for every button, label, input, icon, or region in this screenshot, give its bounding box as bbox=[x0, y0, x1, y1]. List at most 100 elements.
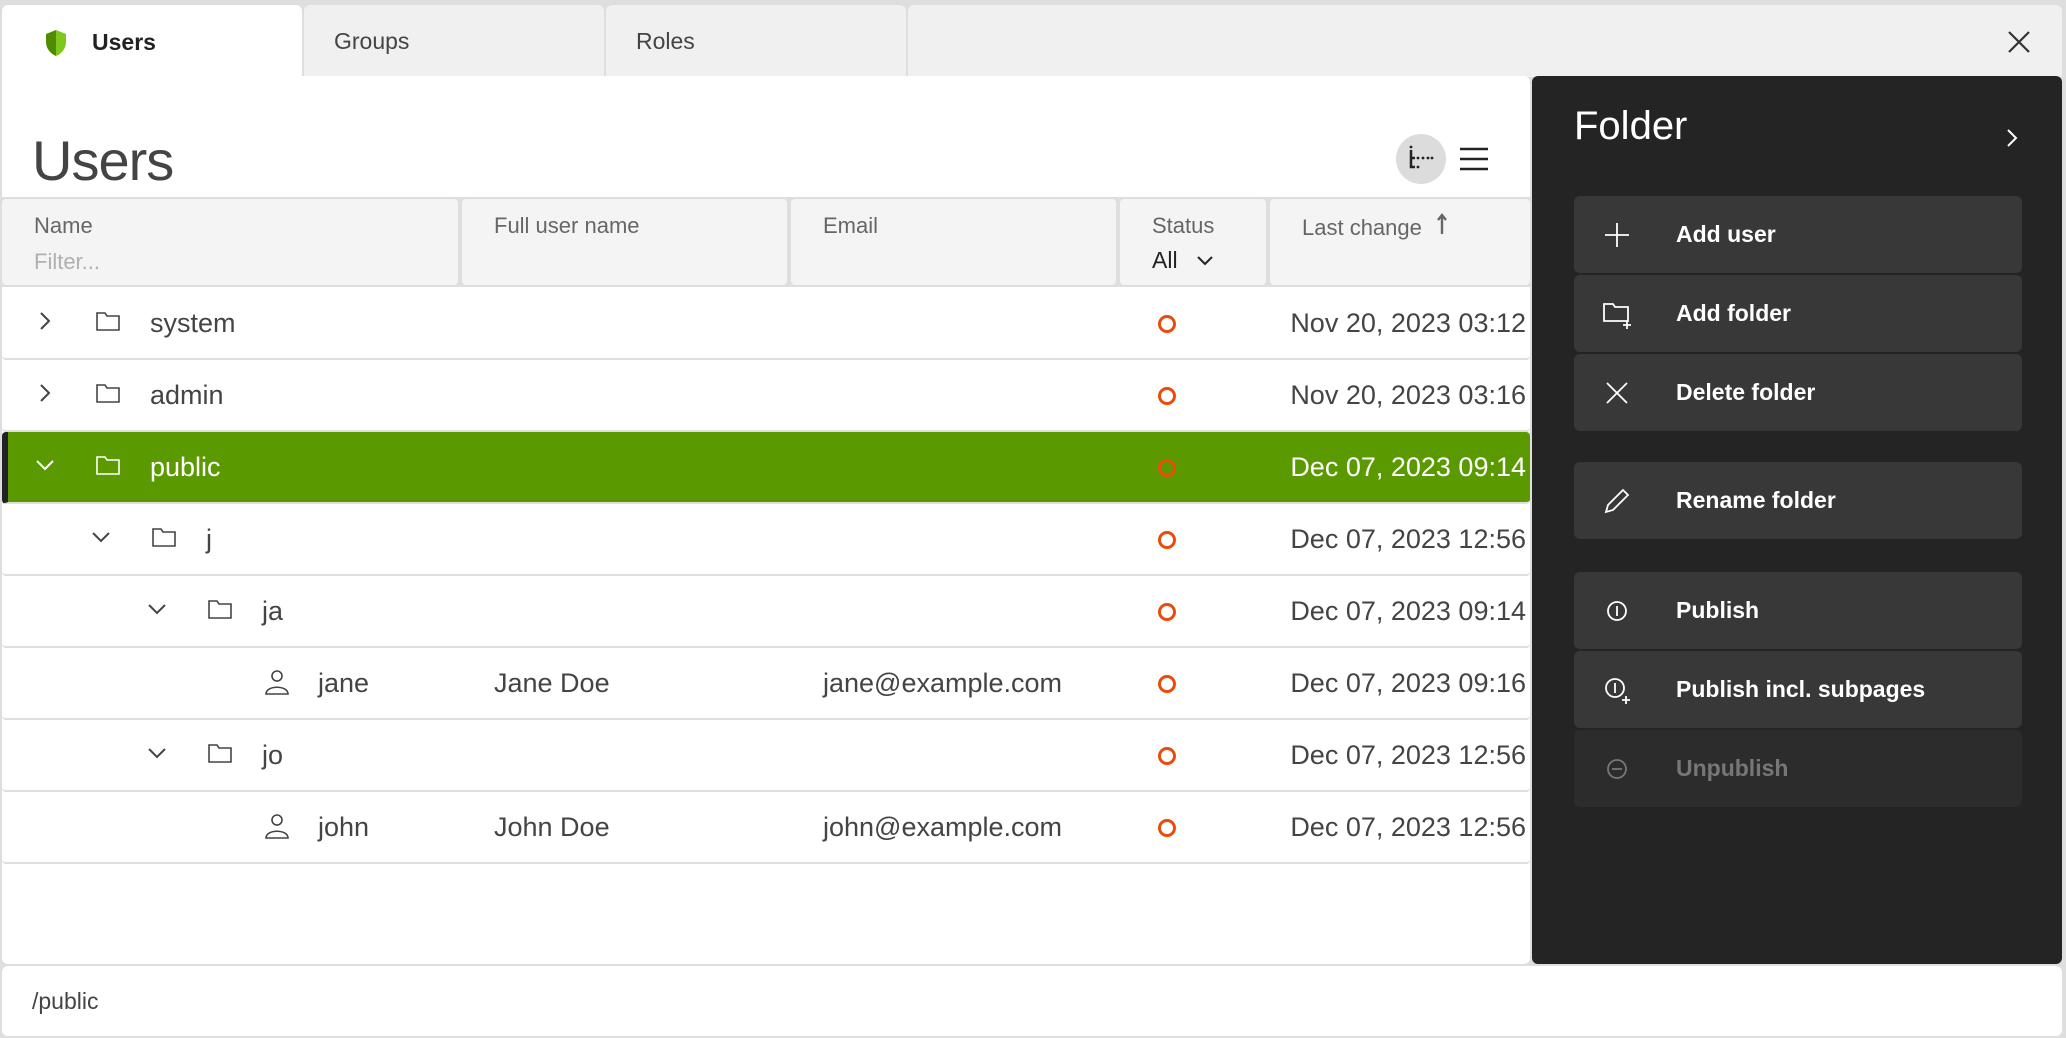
row-last-change: Dec 07, 2023 09:16 bbox=[1290, 667, 1526, 698]
status-unpublished-icon bbox=[1158, 675, 1176, 693]
app-window: Users Groups Roles Users Name Filter... … bbox=[0, 0, 2066, 1038]
page-title: Users bbox=[32, 129, 174, 192]
publish-subpages-icon bbox=[1605, 678, 1630, 704]
publish-icon bbox=[1607, 601, 1627, 621]
action-label: Rename folder bbox=[1676, 487, 1836, 513]
row-name: j bbox=[206, 523, 212, 554]
list-view-icon[interactable] bbox=[1458, 144, 1490, 174]
table-header: Name Full user name Email Status All Las… bbox=[2, 197, 1530, 287]
column-status-label: Status bbox=[1152, 213, 1215, 238]
row-last-change: Nov 20, 2023 03:12 bbox=[1290, 307, 1526, 338]
table-row[interactable]: system Nov 20, 2023 03:12 bbox=[2, 288, 1530, 360]
chevron-down-icon[interactable] bbox=[34, 454, 56, 476]
shield-icon bbox=[46, 30, 66, 56]
publish-button[interactable]: Publish bbox=[1574, 572, 2022, 649]
row-email: john@example.com bbox=[823, 811, 1063, 842]
current-path: /public bbox=[32, 988, 99, 1014]
tree-view-button[interactable] bbox=[1396, 134, 1446, 184]
row-last-change: Dec 07, 2023 12:56 bbox=[1290, 811, 1526, 842]
row-name: jo bbox=[262, 739, 284, 770]
row-name: system bbox=[150, 307, 236, 338]
row-last-change: Dec 07, 2023 12:56 bbox=[1290, 523, 1526, 554]
action-label: Publish incl. subpages bbox=[1676, 676, 1926, 702]
folder-icon bbox=[208, 600, 232, 619]
status-unpublished-icon bbox=[1158, 315, 1176, 333]
delete-folder-button[interactable]: Delete folder bbox=[1574, 354, 2022, 431]
table-row[interactable]: ja Dec 07, 2023 09:14 bbox=[2, 576, 1530, 648]
tab-roles[interactable]: Roles bbox=[606, 5, 906, 77]
chevron-right-icon[interactable] bbox=[34, 310, 56, 332]
table-row[interactable]: john John Doe john@example.com Dec 07, 2023… bbox=[2, 792, 1530, 864]
row-full-name: John Doe bbox=[494, 811, 610, 842]
column-last-change[interactable]: Last change bbox=[1270, 199, 1530, 285]
action-label: Add folder bbox=[1676, 300, 1791, 326]
row-name: john bbox=[318, 811, 370, 842]
status-filter-value: All bbox=[1152, 247, 1178, 273]
add-folder-icon bbox=[1603, 303, 1631, 329]
user-icon bbox=[265, 814, 289, 839]
chevron-down-icon[interactable] bbox=[146, 598, 168, 620]
column-name: Name bbox=[2, 199, 458, 285]
table-row[interactable]: j Dec 07, 2023 12:56 bbox=[2, 504, 1530, 576]
user-icon bbox=[265, 670, 289, 695]
folder-icon bbox=[96, 312, 120, 331]
action-label: Unpublish bbox=[1676, 755, 1789, 781]
publish-incl-subpages-button[interactable]: Publish incl. subpages bbox=[1574, 651, 2022, 728]
column-email[interactable]: Email bbox=[791, 199, 1116, 285]
add-folder-button[interactable]: Add folder bbox=[1574, 275, 2022, 352]
status-filter-select[interactable]: All bbox=[1152, 247, 1266, 274]
chevron-down-icon bbox=[1196, 255, 1213, 265]
users-panel: Users Name Full user name Email bbox=[2, 76, 1530, 964]
plus-icon bbox=[1605, 223, 1629, 247]
table-row[interactable]: public Dec 07, 2023 09:14 bbox=[2, 432, 1530, 504]
folder-icon bbox=[208, 744, 232, 763]
tab-label: Users bbox=[92, 28, 156, 55]
column-name-label: Name bbox=[34, 213, 93, 238]
row-last-change: Dec 07, 2023 12:56 bbox=[1290, 739, 1526, 770]
tab-bar-filler bbox=[908, 5, 2062, 77]
folder-actions-panel: Folder Add user Add folder Delete folder Re… bbox=[1532, 76, 2062, 964]
tab-label: Roles bbox=[636, 27, 695, 54]
row-full-name: Jane Doe bbox=[494, 667, 610, 698]
name-filter-input[interactable] bbox=[34, 249, 334, 275]
panel-title: Folder bbox=[1574, 104, 1688, 148]
unpublish-icon bbox=[1607, 759, 1627, 779]
row-last-change: Dec 07, 2023 09:14 bbox=[1290, 595, 1526, 626]
column-status: Status All bbox=[1120, 199, 1266, 285]
status-unpublished-icon bbox=[1158, 603, 1176, 621]
column-last-change-label: Last change bbox=[1302, 215, 1422, 240]
table-row[interactable]: jo Dec 07, 2023 12:56 bbox=[2, 720, 1530, 792]
user-tree-table: system Nov 20, 2023 03:12 admin Nov 20, 202… bbox=[2, 288, 1530, 864]
table-row[interactable]: admin Nov 20, 2023 03:16 bbox=[2, 360, 1530, 432]
tab-bar: Users Groups Roles bbox=[0, 3, 2066, 79]
add-user-button[interactable]: Add user bbox=[1574, 196, 2022, 273]
close-icon[interactable] bbox=[2006, 29, 2032, 55]
tree-view-icon bbox=[1409, 145, 1434, 169]
row-last-change: Nov 20, 2023 03:16 bbox=[1290, 379, 1526, 410]
row-name: jane bbox=[318, 667, 370, 698]
column-full-name[interactable]: Full user name bbox=[462, 199, 787, 285]
sort-ascending-icon bbox=[1437, 213, 1447, 234]
chevron-right-icon[interactable] bbox=[34, 382, 56, 404]
row-name: public bbox=[150, 451, 221, 482]
chevron-down-icon[interactable] bbox=[90, 526, 112, 548]
pencil-icon bbox=[1604, 488, 1630, 514]
status-unpublished-icon bbox=[1158, 459, 1176, 477]
folder-icon bbox=[96, 456, 120, 475]
action-label: Delete folder bbox=[1676, 379, 1816, 405]
action-label: Publish bbox=[1676, 597, 1760, 623]
chevron-right-icon[interactable] bbox=[2002, 126, 2022, 150]
status-unpublished-icon bbox=[1158, 819, 1176, 837]
action-label: Add user bbox=[1676, 221, 1776, 247]
table-row[interactable]: jane Jane Doe jane@example.com Dec 07, 2023… bbox=[2, 648, 1530, 720]
status-unpublished-icon bbox=[1158, 387, 1176, 405]
rename-folder-button[interactable]: Rename folder bbox=[1574, 462, 2022, 539]
column-full-name-label: Full user name bbox=[494, 213, 640, 238]
row-email: jane@example.com bbox=[823, 667, 1063, 698]
delete-icon bbox=[1606, 382, 1628, 404]
folder-icon bbox=[152, 528, 176, 547]
row-name: admin bbox=[150, 379, 224, 410]
chevron-down-icon[interactable] bbox=[146, 742, 168, 764]
tab-groups[interactable]: Groups bbox=[304, 5, 604, 77]
tab-users[interactable]: Users bbox=[2, 5, 302, 79]
